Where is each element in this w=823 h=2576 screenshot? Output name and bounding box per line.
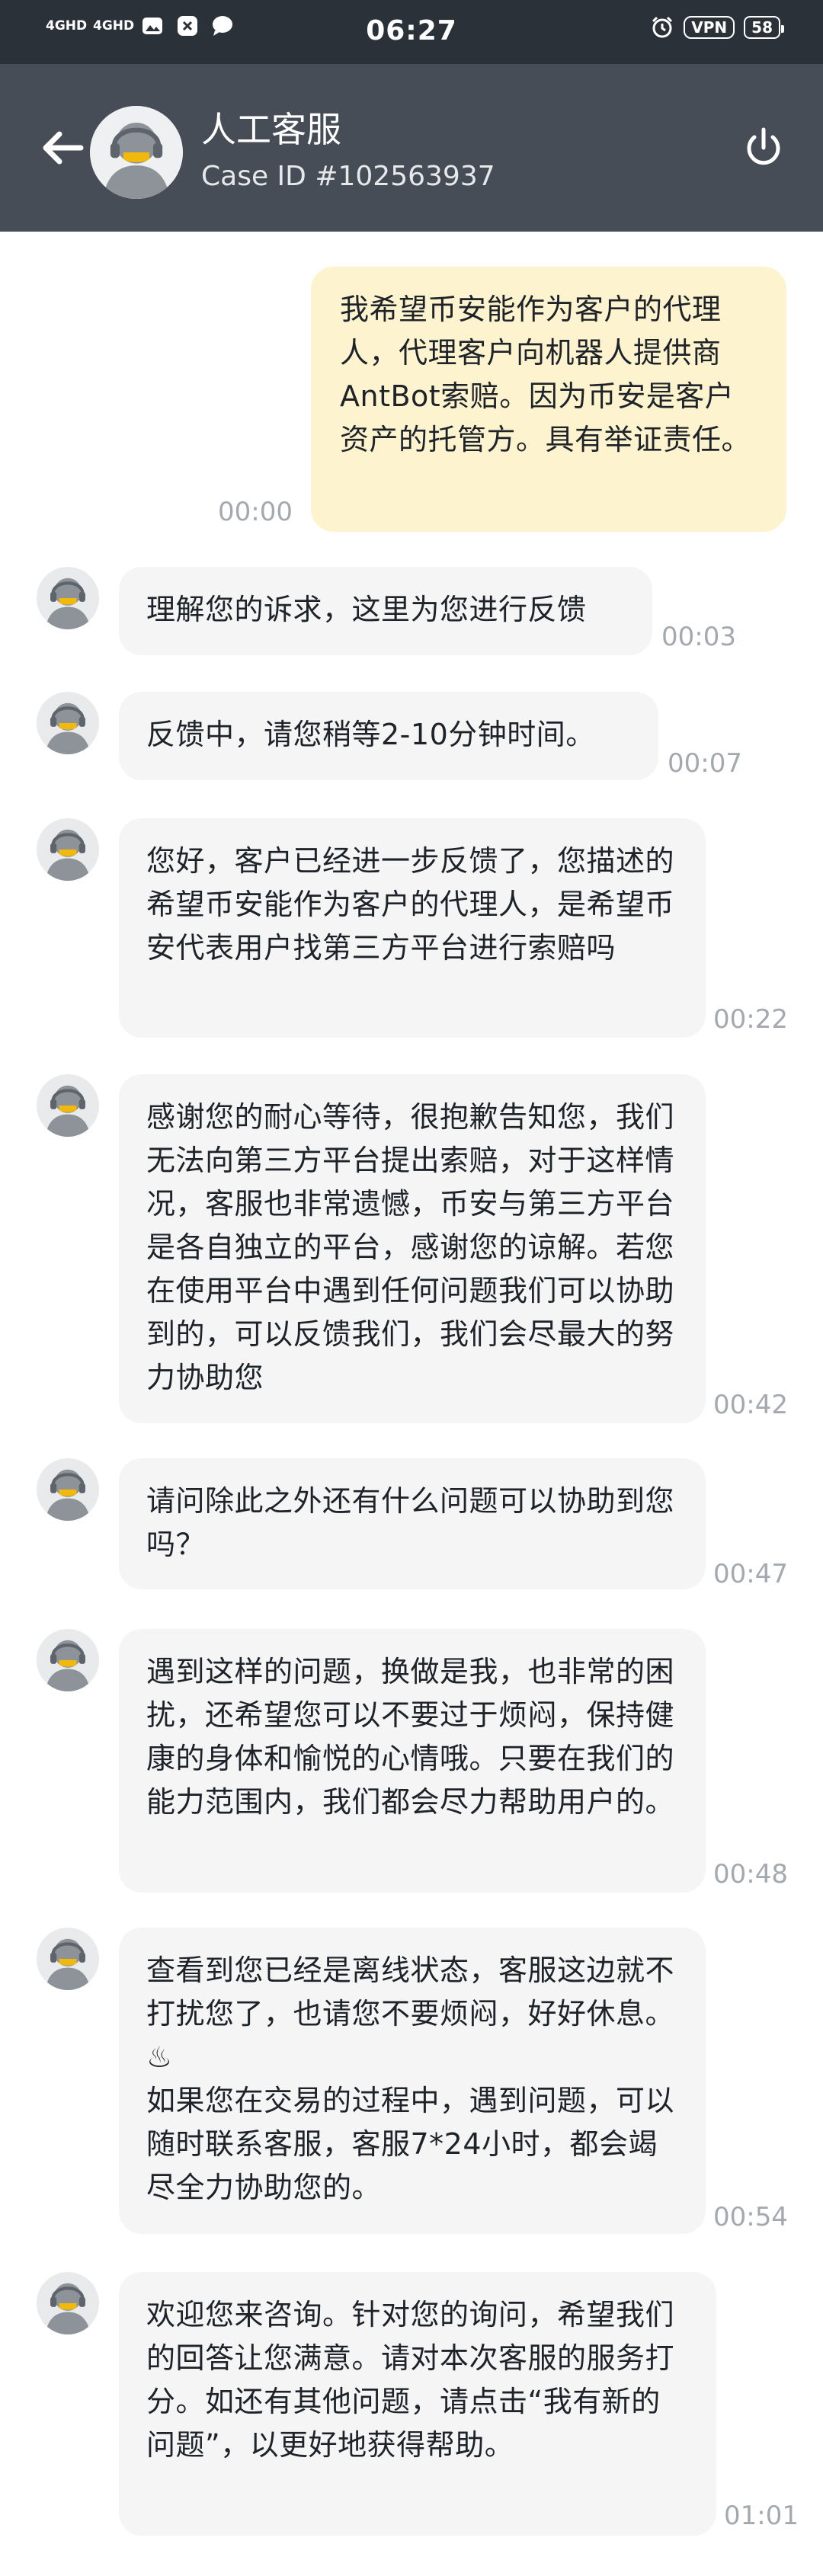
- support-agent-icon: [37, 1458, 99, 1521]
- agent-avatar: [37, 1928, 99, 1990]
- agent-avatar: [90, 106, 183, 199]
- agent-message: 欢迎您来咨询。针对您的询问，希望我们的回答让您满意。请对本次客服的服务打分。如还…: [119, 2272, 716, 2536]
- status-right: VPN 58: [650, 15, 784, 40]
- agent-message: 查看到您已经是离线状态，客服这边就不打扰您了，也请您不要烦闷，好好休息。♨ 如果…: [119, 1928, 706, 2234]
- support-agent-icon: [37, 1928, 99, 1990]
- message-time: 00:07: [668, 748, 742, 779]
- message-time: 01:01: [724, 2501, 799, 2531]
- agent-message: 请问除此之外还有什么问题可以协助到您吗？: [119, 1458, 706, 1589]
- message-time: 00:54: [713, 2202, 788, 2232]
- power-icon[interactable]: [739, 123, 788, 172]
- agent-avatar: [37, 1074, 99, 1137]
- support-agent-icon: [37, 2272, 99, 2334]
- agent-avatar: [37, 1629, 99, 1691]
- back-arrow-icon[interactable]: [38, 123, 87, 172]
- support-agent-icon: [37, 692, 99, 754]
- agent-message: 反馈中，请您稍等2-10分钟时间。: [119, 692, 658, 780]
- agent-message: 理解您的诉求，这里为您进行反馈: [119, 567, 652, 655]
- support-agent-icon: [90, 106, 183, 199]
- agent-avatar: [37, 1458, 99, 1521]
- message-time: 00:03: [661, 622, 736, 652]
- agent-avatar: [37, 567, 99, 629]
- message-time: 00:22: [713, 1004, 788, 1035]
- vpn-badge: VPN: [684, 16, 735, 39]
- chat-header: 人工客服 Case ID #102563937: [0, 64, 823, 232]
- support-agent-icon: [37, 1629, 99, 1691]
- support-agent-icon: [37, 567, 99, 629]
- agent-message: 感谢您的耐心等待，很抱歉告知您，我们无法向第三方平台提出索赔，对于这样情况，客服…: [119, 1074, 706, 1423]
- message-time: 00:00: [218, 497, 293, 527]
- case-id: Case ID #102563937: [201, 161, 495, 192]
- agent-avatar: [37, 692, 99, 754]
- user-message: 我希望币安能作为客户的代理人，代理客户向机器人提供商AntBot索赔。因为币安是…: [311, 267, 786, 532]
- alarm-icon: [652, 16, 673, 38]
- agent-message: 您好，客户已经进一步反馈了，您描述的希望币安能作为客户的代理人，是希望币安代表用…: [119, 818, 706, 1038]
- status-bar: 4GHD 4GHD 06:27 VPN 58: [0, 0, 823, 64]
- support-agent-icon: [37, 818, 99, 881]
- battery-indicator: 58: [744, 16, 784, 39]
- agent-avatar: [37, 2272, 99, 2334]
- message-time: 00:42: [713, 1390, 788, 1420]
- chat-title: 人工客服: [201, 109, 341, 150]
- agent-avatar: [37, 818, 99, 881]
- support-agent-icon: [37, 1074, 99, 1137]
- message-time: 00:47: [713, 1559, 788, 1589]
- message-time: 00:48: [713, 1859, 788, 1890]
- agent-message: 遇到这样的问题，换做是我，也非常的困扰，还希望您可以不要过于烦闷，保持健康的身体…: [119, 1629, 706, 1893]
